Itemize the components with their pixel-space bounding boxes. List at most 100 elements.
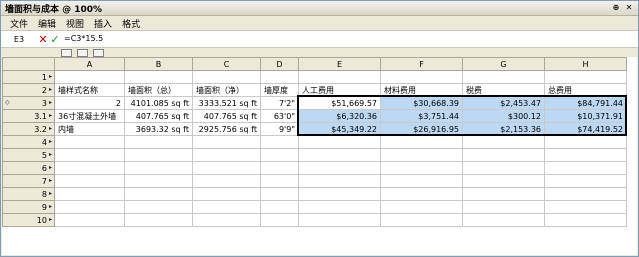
formula-input[interactable]: =C3*15.5 [64, 32, 638, 46]
row-header[interactable]: ◇ ▸ 3 [2, 96, 55, 110]
grid-cell[interactable]: $3,751.44 [380, 109, 463, 123]
grid-cell[interactable] [54, 148, 125, 162]
grid-cell[interactable] [192, 200, 261, 214]
grid-cell[interactable] [462, 148, 545, 162]
column-header[interactable]: E [298, 57, 381, 71]
grid-cell[interactable] [462, 161, 545, 175]
close-icon[interactable]: ✕ [624, 3, 634, 13]
grid-cell[interactable] [380, 174, 463, 188]
grid-cell[interactable] [462, 135, 545, 149]
grid-cell[interactable] [380, 135, 463, 149]
cell-style-button-2[interactable] [77, 49, 88, 57]
grid-cell[interactable]: 墙样式名称 [54, 83, 125, 97]
grid-cell[interactable]: $30,668.39 [380, 96, 463, 110]
grid-cell[interactable] [124, 161, 193, 175]
grid-cell[interactable] [54, 70, 125, 84]
grid-cell[interactable] [54, 161, 125, 175]
grid-cell[interactable]: 7'2" [260, 96, 299, 110]
row-header[interactable]: ▸ 5 [2, 148, 55, 162]
column-header[interactable]: A [54, 57, 125, 71]
grid-cell[interactable] [298, 161, 381, 175]
grid-cell[interactable]: 墙面积（净） [192, 83, 261, 97]
grid-cell[interactable] [380, 187, 463, 201]
grid-cell[interactable]: $74,419.52 [544, 122, 627, 136]
grid-cell[interactable] [260, 200, 299, 214]
grid-cell[interactable] [124, 70, 193, 84]
grid-cell[interactable] [124, 200, 193, 214]
grid-cell[interactable]: $45,349.22 [298, 122, 381, 136]
column-header[interactable]: D [260, 57, 299, 71]
column-header[interactable]: G [462, 57, 545, 71]
grid-cell[interactable] [298, 200, 381, 214]
row-header[interactable]: ▸ 3.1 [2, 109, 55, 123]
grid-cell[interactable]: 407.765 sq ft [192, 109, 261, 123]
menu-view[interactable]: 视图 [61, 17, 89, 30]
grid-cell[interactable] [380, 70, 463, 84]
grid-cell[interactable] [544, 187, 627, 201]
grid-cell[interactable] [260, 213, 299, 227]
grid-cell[interactable] [124, 135, 193, 149]
grid-cell[interactable]: 墙厚度 [260, 83, 299, 97]
grid-cell[interactable]: $2,453.47 [462, 96, 545, 110]
cancel-icon[interactable]: ✕ [37, 33, 49, 46]
grid-cell[interactable]: 内墙 [54, 122, 125, 136]
grid-cell[interactable]: $26,916.95 [380, 122, 463, 136]
grid-cell[interactable] [192, 70, 261, 84]
grid-cell[interactable] [192, 174, 261, 188]
row-header[interactable]: ▸ 3.2 [2, 122, 55, 136]
column-header[interactable]: B [124, 57, 193, 71]
grid-cell[interactable] [54, 213, 125, 227]
column-header[interactable]: H [544, 57, 627, 71]
grid-cell[interactable] [544, 200, 627, 214]
grid-cell[interactable]: 2925.756 sq ft [192, 122, 261, 136]
grid-cell[interactable] [380, 200, 463, 214]
grid-cell[interactable]: 407.765 sq ft [124, 109, 193, 123]
grid-cell[interactable] [298, 213, 381, 227]
grid-cell[interactable] [298, 148, 381, 162]
grid-cell[interactable] [380, 148, 463, 162]
grid-cell[interactable] [260, 70, 299, 84]
grid-cell[interactable]: 墙面积（总） [124, 83, 193, 97]
grid-cell[interactable] [380, 213, 463, 227]
row-header[interactable]: ▸ 8 [2, 187, 55, 201]
grid-cell[interactable] [544, 135, 627, 149]
grid-cell[interactable] [544, 213, 627, 227]
row-header[interactable]: ▸ 1 [2, 70, 55, 84]
grid-cell[interactable] [192, 161, 261, 175]
grid-cell[interactable] [260, 174, 299, 188]
grid-cell[interactable] [544, 148, 627, 162]
grid-cell[interactable] [54, 187, 125, 201]
row-header[interactable]: ▸ 2 [2, 83, 55, 97]
grid-cell[interactable]: $2,153.36 [462, 122, 545, 136]
column-header[interactable]: C [192, 57, 261, 71]
grid-cell[interactable]: $10,371.91 [544, 109, 627, 123]
accept-icon[interactable]: ✓ [49, 33, 61, 46]
grid-cell[interactable] [124, 187, 193, 201]
grid-cell[interactable]: 材料费用 [380, 83, 463, 97]
grid-cell[interactable]: $6,320.36 [298, 109, 381, 123]
grid-cell[interactable]: 63'0" [260, 109, 299, 123]
grid-cell[interactable]: $300.12 [462, 109, 545, 123]
grid-cell[interactable]: 9'9" [260, 122, 299, 136]
corner-cell[interactable] [2, 57, 55, 71]
grid-cell[interactable] [298, 187, 381, 201]
grid-cell[interactable] [298, 174, 381, 188]
row-header[interactable]: ▸ 6 [2, 161, 55, 175]
grid-cell[interactable] [124, 174, 193, 188]
grid-cell[interactable] [260, 148, 299, 162]
column-header[interactable]: F [380, 57, 463, 71]
grid-cell[interactable]: 总费用 [544, 83, 627, 97]
grid-cell[interactable] [380, 161, 463, 175]
grid-cell[interactable] [192, 187, 261, 201]
row-header[interactable]: ▸ 9 [2, 200, 55, 214]
grid-cell[interactable] [298, 70, 381, 84]
grid-cell[interactable]: 36寸混凝土外墙 [54, 109, 125, 123]
row-header[interactable]: ▸ 7 [2, 174, 55, 188]
grid-cell[interactable] [54, 135, 125, 149]
grid-cell[interactable]: 人工费用 [298, 83, 381, 97]
grid-cell[interactable] [462, 200, 545, 214]
menu-file[interactable]: 文件 [5, 17, 33, 30]
cell-style-button-1[interactable] [61, 49, 72, 57]
grid-cell[interactable] [544, 174, 627, 188]
grid-cell[interactable] [124, 148, 193, 162]
